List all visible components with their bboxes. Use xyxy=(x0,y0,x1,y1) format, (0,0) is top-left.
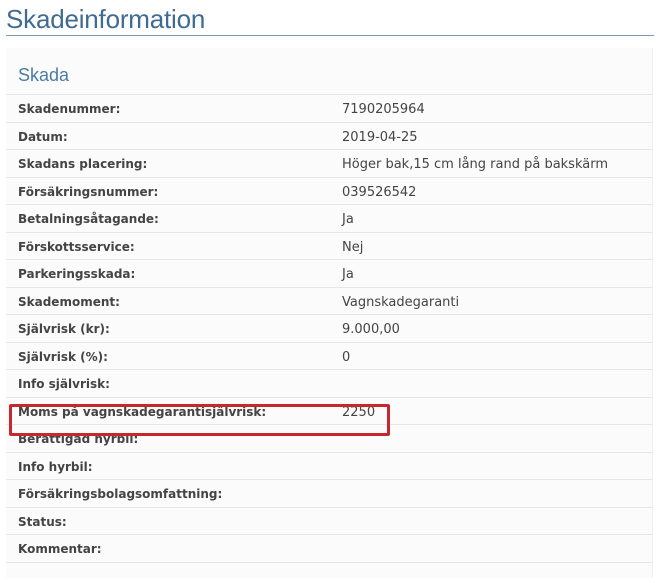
row-skadenummer: Skadenummer: 7190205964 xyxy=(6,95,652,123)
row-value: Ja xyxy=(342,267,354,282)
row-label: Parkeringsskada: xyxy=(18,267,136,281)
row-label: Självrisk (kr): xyxy=(18,322,110,336)
row-value: 7190205964 xyxy=(342,102,425,117)
page-title: Skadeinformation xyxy=(6,4,206,34)
row-info-sjalvrisk: Info självrisk: xyxy=(6,370,652,398)
row-skadans-placering: Skadans placering: Höger bak,15 cm lång … xyxy=(6,150,652,178)
row-label: Status: xyxy=(18,514,67,529)
title-divider xyxy=(6,35,654,36)
claim-info-page: Skadeinformation Skada Skadenummer: 7190… xyxy=(0,0,657,583)
row-moms-vagnskadegarantisjalvrisk: Moms på vagnskadegarantisjälvrisk: 2250 xyxy=(6,398,652,425)
section-title: Skada xyxy=(18,65,70,85)
row-datum: Datum: 2019-04-25 xyxy=(6,123,652,150)
row-value: 039526542 xyxy=(342,184,417,200)
row-forsakringsbolagsomfattning: Försäkringsbolagsomfattning: xyxy=(6,480,652,508)
row-label: Moms på vagnskadegarantisjälvrisk: xyxy=(18,404,267,419)
row-label: Skadenummer: xyxy=(18,102,121,116)
row-value: Vagnskadegaranti xyxy=(342,294,460,310)
row-berattigad-hyrbil: Berättigad hyrbil: xyxy=(6,425,652,453)
row-betalningsatagande: Betalningsåtagande: Ja xyxy=(6,205,652,233)
row-forskottsservice: Förskottsservice: Nej xyxy=(6,233,652,260)
row-label: Skademoment: xyxy=(18,294,120,309)
row-label: Skadans placering: xyxy=(18,157,148,171)
row-value: 2250 xyxy=(342,404,376,420)
row-sjalvrisk-kr: Självrisk (kr): 9.000,00 xyxy=(6,315,652,343)
row-label: Betalningsåtagande: xyxy=(18,212,159,226)
row-label: Kommentar: xyxy=(18,542,102,556)
claim-details-list: Skadenummer: 7190205964 Datum: 2019-04-2… xyxy=(6,94,652,563)
row-label: Datum: xyxy=(18,129,68,144)
row-label: Försäkringsnummer: xyxy=(18,184,159,199)
row-label: Förskottsservice: xyxy=(18,239,135,254)
row-value: 9.000,00 xyxy=(342,322,400,337)
row-label: Info hyrbil: xyxy=(18,459,93,474)
row-status: Status: xyxy=(6,508,652,535)
row-skademoment: Skademoment: Vagnskadegaranti xyxy=(6,288,652,315)
row-value: Nej xyxy=(342,239,364,255)
row-value: 2019-04-25 xyxy=(342,129,418,145)
row-sjalvrisk-procent: Självrisk (%): 0 xyxy=(6,343,652,370)
row-label: Försäkringsbolagsomfattning: xyxy=(18,487,223,501)
row-info-hyrbil: Info hyrbil: xyxy=(6,453,652,480)
row-kommentar: Kommentar: xyxy=(6,535,652,563)
row-value: Höger bak,15 cm lång rand på bakskärm xyxy=(342,157,609,172)
row-parkeringsskada: Parkeringsskada: Ja xyxy=(6,260,652,288)
row-forsakringsnummer: Försäkringsnummer: 039526542 xyxy=(6,178,652,205)
row-label: Berättigad hyrbil: xyxy=(18,432,139,446)
row-label: Info självrisk: xyxy=(18,377,110,391)
row-label: Självrisk (%): xyxy=(18,349,108,364)
row-value: Ja xyxy=(342,212,354,227)
row-value: 0 xyxy=(342,349,351,365)
